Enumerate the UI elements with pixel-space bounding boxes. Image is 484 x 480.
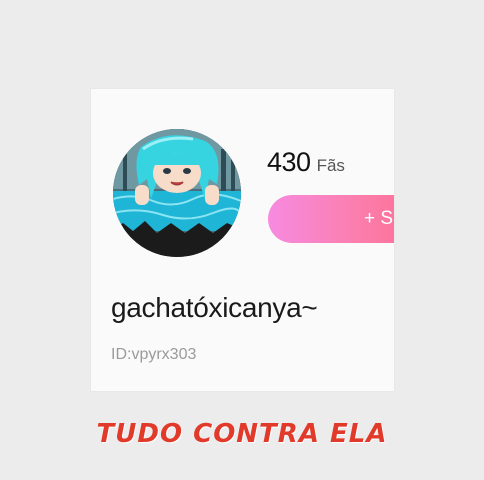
username: gachatóxicanya~ (111, 292, 318, 323)
caption-text: TUDO CONTRA ELA (96, 419, 388, 449)
avatar-image (113, 129, 241, 257)
fans-count: 430 (267, 147, 311, 177)
fans-label: Fãs (316, 156, 345, 175)
avatar[interactable] (113, 129, 241, 257)
fans-stat: 430 Fãs (267, 147, 345, 178)
follow-button[interactable]: + S (268, 195, 394, 243)
follow-button-label: + S (364, 208, 394, 229)
user-id: ID:vpyrx303 (111, 346, 197, 363)
profile-card: 430 Fãs + S gachatóxicanya~ ID:vpyrx303 (91, 89, 394, 391)
